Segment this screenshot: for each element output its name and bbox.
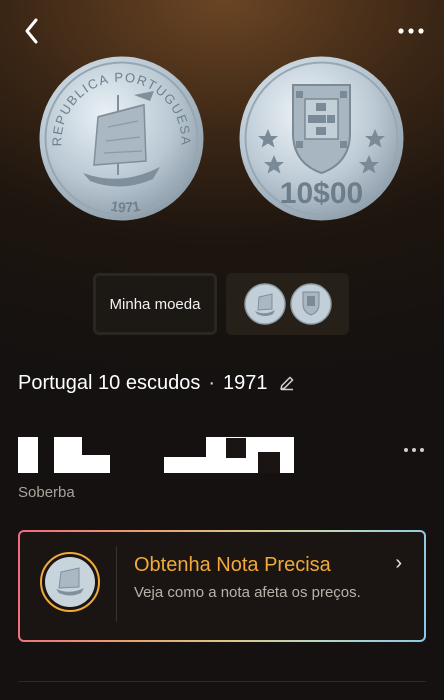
coin-year-text: 1971 (109, 198, 141, 216)
chevron-left-icon (25, 18, 38, 44)
coin-thumbnail-icon (40, 552, 100, 612)
thumbnail-reverse (289, 283, 332, 325)
tab-my-coin[interactable]: Minha moeda (93, 273, 217, 335)
grade-more-button[interactable] (402, 443, 426, 457)
thumbnail-obverse (243, 283, 286, 325)
ellipsis-icon (404, 448, 424, 452)
coin-title: Portugal 10 escudos · 1971 (18, 368, 296, 398)
image-selector: Minha moeda (93, 273, 349, 335)
chevron-right-icon: › (395, 552, 402, 574)
tab-reference-images[interactable] (226, 273, 349, 335)
back-button[interactable] (18, 16, 46, 46)
coin-title-year: 1971 (223, 371, 268, 394)
top-bar (0, 0, 444, 60)
coin-obverse-image[interactable]: REPUBLICA PORTUGUESA 1971 (38, 55, 205, 222)
ellipsis-icon (398, 28, 424, 34)
card-divider (116, 546, 117, 622)
section-divider (18, 681, 426, 682)
card-description: Veja como a nota afeta os preços. (134, 584, 361, 601)
tab-my-coin-label: Minha moeda (109, 295, 201, 313)
get-precise-grade-card[interactable]: Obtenha Nota Precisa Veja como a nota af… (18, 530, 426, 642)
more-options-button[interactable] (396, 22, 426, 40)
title-separator: · (208, 371, 216, 394)
edit-icon[interactable] (278, 374, 296, 392)
coin-reverse-image[interactable]: 10$00 (238, 55, 405, 222)
card-title: Obtenha Nota Precisa (134, 554, 331, 576)
coin-value-text: 10$00 (280, 177, 363, 210)
svg-text:1971: 1971 (109, 198, 141, 216)
grade-label: Soberba (18, 484, 75, 501)
coin-title-name: Portugal 10 escudos (18, 371, 201, 394)
